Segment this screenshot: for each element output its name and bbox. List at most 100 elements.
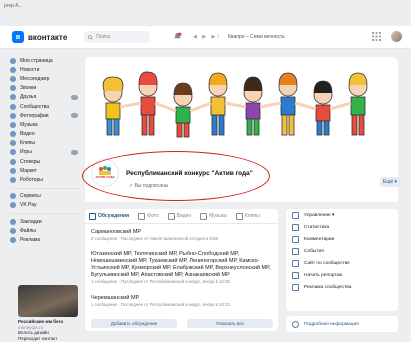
tab-clips[interactable]: Клипы xyxy=(235,212,260,220)
topic-title[interactable]: Ютазинский МР, Тюлячинский МР, Рыбно-Сло… xyxy=(91,251,273,279)
show-all-button[interactable]: Показать все xyxy=(187,319,273,328)
sidebar-item-ads[interactable]: Реклама xyxy=(10,235,80,244)
sidebar-item-calls[interactable]: Звонки xyxy=(10,84,80,93)
sidebar-item-label: Файлы xyxy=(20,227,36,234)
notifications-bell-icon[interactable] xyxy=(173,32,182,41)
panel-item-site[interactable]: Сайт по сообществе xyxy=(286,257,398,269)
panel-item-ads[interactable]: Реклама сообщества xyxy=(286,281,398,293)
panel-item-comments[interactable]: Комментарии xyxy=(286,233,398,245)
more-info-label: Подробная информация xyxy=(304,321,359,327)
sidebar-item-files[interactable]: Файлы xyxy=(10,226,80,235)
player-controls[interactable]: ◀ ▶ ▶| xyxy=(193,34,221,40)
tab-photo[interactable]: Фото xyxy=(138,212,159,220)
panel-item-events[interactable]: События xyxy=(286,245,398,257)
friends-icon xyxy=(10,94,16,101)
sidebar-item-services[interactable]: Сервисы xyxy=(10,192,80,201)
top-header: в вконтакте Поиск ◀ ▶ ▶| Квапро – Семи в… xyxy=(0,26,411,49)
sidebar-item-clips[interactable]: Клипы xyxy=(10,139,80,148)
panel-item-broadcast[interactable]: Начать репортаж xyxy=(286,269,398,281)
sidebar-item-label: Новости xyxy=(20,66,40,73)
group-avatar[interactable]: АКТИВ ГОДА xyxy=(91,159,119,187)
profile-icon xyxy=(10,57,16,64)
sidebar-item-my-page[interactable]: Моя страница xyxy=(10,56,80,65)
panel-item-label: Статистика xyxy=(304,224,330,230)
sidebar-item-market[interactable]: Маркет xyxy=(10,166,80,175)
now-playing-track[interactable]: Квапро – Семи вечность xyxy=(228,34,285,40)
group-title: Республиканский конкурс "Актив года" xyxy=(126,170,253,177)
tab-music[interactable]: Музыка xyxy=(200,212,227,220)
clips-icon xyxy=(10,140,16,147)
broadcast-icon xyxy=(292,271,299,279)
sidebar-item-communities[interactable]: Сообщества xyxy=(10,102,80,111)
browser-tab-title[interactable]: prep A... xyxy=(4,3,23,9)
panel-item-label: Сайт по сообществе xyxy=(304,260,350,266)
tab-video[interactable]: Видео xyxy=(167,212,191,220)
discussion-topic[interactable]: Сарманоовский МР 2 сообщения · Последнее… xyxy=(91,229,273,242)
group-avatar-label: АКТИВ ГОДА xyxy=(95,175,115,180)
search-input[interactable]: Поиск xyxy=(84,31,151,43)
tab-label: Музыка xyxy=(209,213,227,219)
sidebar-item-stickers[interactable]: Стикеры xyxy=(10,157,80,166)
logo-text: вконтакте xyxy=(28,32,68,42)
tab-discussions[interactable]: Обсуждения xyxy=(89,212,130,220)
discussion-topic[interactable]: Ютазинский МР, Тюлячинский МР, Рыбно-Сло… xyxy=(91,251,273,285)
sidebar-ad-text[interactable]: Российские мм бега moneyQA.ru Вплоть диз… xyxy=(18,319,80,341)
more-info-link[interactable]: Подробная информация xyxy=(286,316,398,332)
sidebar-item-vkpay[interactable]: VK Pay xyxy=(10,201,80,210)
panel-item-management[interactable]: Управление ▾ xyxy=(286,209,398,221)
gear-icon xyxy=(292,211,299,219)
discussions-block: Обсуждения Фото Видео Музыка Клипы Сарма… xyxy=(85,209,278,331)
tab-label: Фото xyxy=(147,213,159,219)
topic-title[interactable]: Сарманоовский МР xyxy=(91,229,273,236)
services-icon xyxy=(10,193,16,200)
photo-icon xyxy=(138,212,146,220)
discussion-topic[interactable]: Черемшанский МР 1 сообщение · Последнее … xyxy=(91,295,273,308)
megaphone-icon xyxy=(292,283,299,291)
sidebar-item-label: Моя страница xyxy=(20,57,53,64)
panel-item-statistics[interactable]: Статистика xyxy=(286,221,398,233)
sidebar-item-photos[interactable]: Фотографии xyxy=(10,111,80,120)
sidebar-item-label: Роботоры xyxy=(20,177,43,184)
sidebar-item-label: Сервисы xyxy=(20,193,41,200)
panel-item-label: Реклама сообщества xyxy=(304,284,352,290)
robot-icon xyxy=(10,177,16,184)
group-header-bar xyxy=(85,152,398,202)
games-icon xyxy=(10,149,16,156)
friends-count-badge xyxy=(71,94,78,100)
apps-grid-icon[interactable] xyxy=(372,32,381,41)
vkpay-icon xyxy=(10,202,16,209)
add-discussion-button[interactable]: Добавить обсуждение xyxy=(91,319,177,328)
sidebar-item-label: Реклама xyxy=(20,236,41,243)
sidebar-item-bookmarks[interactable]: Закладки xyxy=(10,217,80,226)
video-icon xyxy=(167,212,175,220)
sidebar-ad-image[interactable] xyxy=(18,285,78,317)
sidebar-item-music[interactable]: Музыка xyxy=(10,120,80,129)
messenger-icon xyxy=(10,75,16,82)
user-avatar[interactable] xyxy=(391,31,402,42)
topic-meta: 1 сообщение · Последнее от Республиканск… xyxy=(91,302,230,307)
info-icon xyxy=(292,320,299,328)
tab-label: Обсуждения xyxy=(98,213,130,219)
sidebar-item-messenger[interactable]: Мессенджер xyxy=(10,74,80,83)
sidebar-item-robots[interactable]: Роботоры xyxy=(10,175,80,184)
photos-count-badge xyxy=(71,113,78,119)
vk-logo-icon: в xyxy=(12,31,24,43)
discussion-icon xyxy=(89,212,96,220)
vk-logo[interactable]: в вконтакте xyxy=(12,31,67,43)
subscribed-status[interactable]: ✓ Вы подписаны xyxy=(129,183,168,189)
more-button[interactable]: Ещё ▾ xyxy=(380,177,400,187)
games-count-badge xyxy=(71,149,78,155)
sidebar-item-label: Клипы xyxy=(20,140,35,147)
sidebar-item-friends[interactable]: Друзья xyxy=(10,93,80,102)
topic-meta: 2 сообщения · Последнее от Наиля Шангали… xyxy=(91,236,218,241)
topic-title[interactable]: Черемшанский МР xyxy=(91,295,273,302)
clips-icon xyxy=(235,212,243,220)
sidebar-item-games[interactable]: Игры xyxy=(10,148,80,157)
cover-illustration-children xyxy=(102,71,368,138)
sidebar-item-video[interactable]: Видео xyxy=(10,130,80,139)
globe-icon xyxy=(292,259,299,267)
tab-label: Клипы xyxy=(244,213,260,219)
sidebar-item-label: Музыка xyxy=(20,121,38,128)
sidebar-item-news[interactable]: Новости xyxy=(10,65,80,74)
discussion-actions: Добавить обсуждение Показать все xyxy=(91,319,273,328)
